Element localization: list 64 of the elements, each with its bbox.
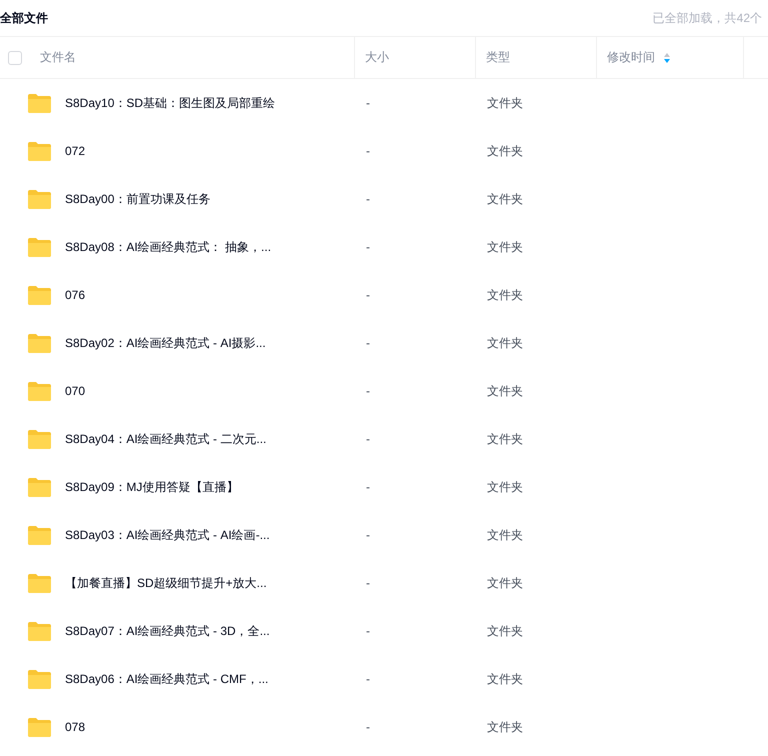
- file-name[interactable]: S8Day04：AI绘画经典范式 - 二次元...: [65, 430, 266, 448]
- folder-icon: [27, 188, 52, 210]
- folder-icon: [27, 476, 52, 498]
- column-header[interactable]: 大小: [365, 49, 389, 66]
- select-all-checkbox[interactable]: [8, 50, 22, 64]
- file-size: -: [366, 528, 370, 542]
- file-size: -: [366, 672, 370, 686]
- folder-icon: [27, 380, 52, 402]
- file-size: -: [366, 624, 370, 638]
- file-size: -: [366, 576, 370, 590]
- file-type: 文件夹: [487, 382, 523, 400]
- file-type: 文件夹: [487, 526, 523, 544]
- file-size: -: [366, 432, 370, 446]
- folder-icon: [27, 140, 52, 162]
- file-name[interactable]: S8Day07：AI绘画经典范式 - 3D，全...: [65, 622, 270, 640]
- folder-icon: [27, 716, 52, 738]
- folder-icon: [27, 524, 52, 546]
- file-size: -: [366, 384, 370, 398]
- file-name[interactable]: S8Day00：前置功课及任务: [65, 190, 210, 208]
- file-size: -: [366, 144, 370, 158]
- file-type: 文件夹: [487, 622, 523, 640]
- file-size: -: [366, 288, 370, 302]
- file-type: 文件夹: [487, 670, 523, 688]
- file-type: 文件夹: [487, 430, 523, 448]
- file-name[interactable]: S8Day10：SD基础：图生图及局部重绘: [65, 94, 276, 112]
- folder-icon: [27, 620, 52, 642]
- file-size: -: [366, 720, 370, 734]
- file-size: -: [366, 240, 370, 254]
- file-name[interactable]: S8Day09：MJ使用答疑【直播】: [65, 478, 238, 496]
- file-type: 文件夹: [487, 286, 523, 304]
- file-name[interactable]: 076: [65, 288, 86, 302]
- load-status: 已全部加载，共42个: [652, 10, 762, 26]
- file-name[interactable]: S8Day08：AI绘画经典范式： 抽象，...: [65, 238, 272, 256]
- file-type: 文件夹: [487, 238, 523, 256]
- file-type: 文件夹: [487, 142, 523, 160]
- folder-icon: [27, 572, 52, 594]
- folder-icon: [27, 236, 52, 258]
- file-name[interactable]: 070: [65, 384, 86, 398]
- column-header[interactable]: 文件名: [40, 49, 76, 66]
- folder-icon: [27, 92, 52, 114]
- file-type: 文件夹: [487, 478, 523, 496]
- column-header[interactable]: 修改时间: [607, 49, 655, 66]
- file-type: 文件夹: [487, 574, 523, 592]
- file-type: 文件夹: [487, 718, 523, 736]
- column-header[interactable]: 类型: [486, 49, 510, 66]
- folder-icon: [27, 284, 52, 306]
- file-size: -: [366, 336, 370, 350]
- file-name[interactable]: S8Day06：AI绘画经典范式 - CMF，...: [65, 670, 268, 688]
- folder-icon: [27, 332, 52, 354]
- file-name[interactable]: S8Day03：AI绘画经典范式 - AI绘画-...: [65, 526, 270, 544]
- file-type: 文件夹: [487, 190, 523, 208]
- file-name[interactable]: 072: [65, 144, 86, 158]
- file-size: -: [366, 192, 370, 206]
- sort-icon[interactable]: [664, 52, 670, 62]
- folder-icon: [27, 428, 52, 450]
- file-type: 文件夹: [487, 94, 523, 112]
- file-name[interactable]: 078: [65, 720, 86, 734]
- file-size: -: [366, 96, 370, 110]
- page-title: 全部文件: [0, 10, 48, 26]
- file-name[interactable]: 【加餐直播】SD超级细节提升+放大...: [65, 574, 267, 592]
- file-name[interactable]: S8Day02：AI绘画经典范式 - AI摄影...: [65, 334, 266, 352]
- file-type: 文件夹: [487, 334, 523, 352]
- file-size: -: [366, 480, 370, 494]
- folder-icon: [27, 668, 52, 690]
